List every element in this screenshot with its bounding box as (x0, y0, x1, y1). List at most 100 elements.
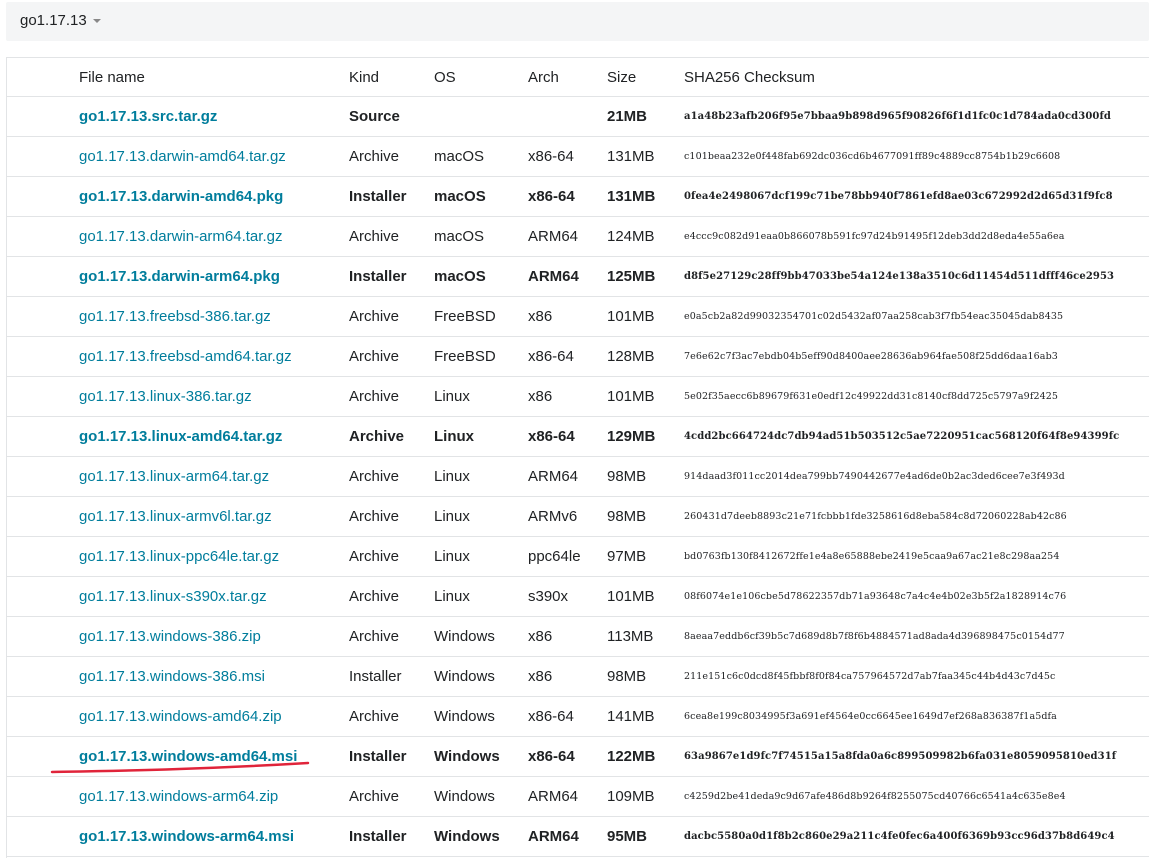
kind-cell: Archive (349, 496, 434, 537)
row-spacer (7, 336, 79, 377)
arch-cell: x86-64 (528, 336, 607, 377)
size-cell: 131MB (607, 176, 684, 217)
os-cell: Windows (434, 736, 528, 777)
table-row: go1.17.13.src.tar.gz Source 21MB a1a48b23af… (7, 96, 1149, 137)
os-cell: macOS (434, 216, 528, 257)
file-name-cell: go1.17.13.linux-ppc64le.tar.gz (79, 536, 349, 577)
size-cell: 113MB (607, 616, 684, 657)
os-cell: Linux (434, 376, 528, 417)
file-download-link[interactable]: go1.17.13.darwin-arm64.tar.gz (79, 228, 282, 245)
file-download-link[interactable]: go1.17.13.src.tar.gz (79, 108, 217, 125)
kind-cell: Installer (349, 656, 434, 697)
file-download-link[interactable]: go1.17.13.linux-amd64.tar.gz (79, 428, 282, 445)
file-download-link[interactable]: go1.17.13.windows-amd64.msi (79, 748, 297, 765)
row-spacer (7, 456, 79, 497)
file-name-cell: go1.17.13.windows-amd64.zip (79, 696, 349, 737)
file-download-link[interactable]: go1.17.13.windows-arm64.zip (79, 788, 278, 805)
arch-cell: ARMv6 (528, 496, 607, 537)
table-row: go1.17.13.windows-386.msi Installer Window… (7, 656, 1149, 697)
downloads-table-container: File name Kind OS Arch Size SHA256 Check… (6, 57, 1149, 858)
file-download-link[interactable]: go1.17.13.linux-arm64.tar.gz (79, 468, 269, 485)
caret-down-icon[interactable] (92, 18, 101, 23)
size-cell: 128MB (607, 336, 684, 377)
os-cell (434, 96, 528, 137)
row-spacer (7, 176, 79, 217)
table-row: go1.17.13.windows-arm64.zip Archive Window… (7, 776, 1149, 817)
file-download-link[interactable]: go1.17.13.freebsd-amd64.tar.gz (79, 348, 292, 365)
file-name-cell: go1.17.13.src.tar.gz (79, 96, 349, 137)
file-name-cell: go1.17.13.windows-amd64.msi (79, 736, 349, 777)
os-cell: macOS (434, 256, 528, 297)
header-file-name: File name (79, 58, 349, 97)
file-download-link[interactable]: go1.17.13.windows-amd64.zip (79, 708, 282, 725)
table-row: go1.17.13.darwin-arm64.tar.gz Archive macO… (7, 216, 1149, 257)
arch-cell: ppc64le (528, 536, 607, 577)
file-name-cell: go1.17.13.linux-s390x.tar.gz (79, 576, 349, 617)
arch-cell: x86 (528, 656, 607, 697)
checksum-cell: 08f6074e1e106cbe5d78622357db71a93648c7a4… (684, 576, 1149, 617)
size-cell: 141MB (607, 696, 684, 737)
arch-cell: x86-64 (528, 696, 607, 737)
header-size: Size (607, 58, 684, 97)
file-download-link[interactable]: go1.17.13.linux-armv6l.tar.gz (79, 508, 272, 525)
file-name-cell: go1.17.13.linux-armv6l.tar.gz (79, 496, 349, 537)
kind-cell: Archive (349, 376, 434, 417)
row-spacer (7, 496, 79, 537)
kind-cell: Archive (349, 216, 434, 257)
checksum-cell: 63a9867e1d9fc7f74515a15a8fda0a6c89950998… (684, 736, 1149, 777)
file-download-link[interactable]: go1.17.13.freebsd-386.tar.gz (79, 308, 271, 325)
row-spacer (7, 816, 79, 857)
row-spacer (7, 216, 79, 257)
row-spacer (7, 136, 79, 177)
checksum-cell: 8aeaa7eddb6cf39b5c7d689d8b7f8f6b4884571a… (684, 616, 1149, 657)
kind-cell: Archive (349, 776, 434, 817)
size-cell: 97MB (607, 536, 684, 577)
size-cell: 101MB (607, 576, 684, 617)
file-download-link[interactable]: go1.17.13.windows-arm64.msi (79, 828, 294, 845)
arch-cell: ARM64 (528, 256, 607, 297)
os-cell: Windows (434, 816, 528, 857)
checksum-cell: dacbc5580a0d1f8b2c860e29a211c4fe0fec6a40… (684, 816, 1149, 857)
version-label[interactable]: go1.17.13 (20, 12, 87, 29)
kind-cell: Archive (349, 536, 434, 577)
file-name-cell: go1.17.13.windows-386.msi (79, 656, 349, 697)
file-download-link[interactable]: go1.17.13.linux-ppc64le.tar.gz (79, 548, 279, 565)
file-download-link[interactable]: go1.17.13.windows-386.msi (79, 668, 265, 685)
header-checksum: SHA256 Checksum (684, 58, 1149, 97)
version-toggle[interactable]: go1.17.13 (20, 12, 101, 29)
kind-cell: Installer (349, 176, 434, 217)
file-download-link[interactable]: go1.17.13.windows-386.zip (79, 628, 261, 645)
table-row: go1.17.13.darwin-amd64.tar.gz Archive macO… (7, 136, 1149, 177)
checksum-cell: a1a48b23afb206f95e7bbaa9b898d965f90826f6… (684, 96, 1149, 137)
table-row: go1.17.13.linux-amd64.tar.gz Archive Linux… (7, 416, 1149, 457)
file-name-cell: go1.17.13.freebsd-amd64.tar.gz (79, 336, 349, 377)
row-spacer (7, 696, 79, 737)
file-name-cell: go1.17.13.linux-386.tar.gz (79, 376, 349, 417)
checksum-cell: c101beaa232e0f448fab692dc036cd6b4677091f… (684, 136, 1149, 177)
file-download-link[interactable]: go1.17.13.linux-s390x.tar.gz (79, 588, 267, 605)
os-cell: Windows (434, 656, 528, 697)
file-download-link[interactable]: go1.17.13.darwin-amd64.pkg (79, 188, 283, 205)
row-spacer (7, 96, 79, 137)
os-cell: Linux (434, 536, 528, 577)
os-cell: macOS (434, 136, 528, 177)
os-cell: Windows (434, 616, 528, 657)
file-name-cell: go1.17.13.darwin-arm64.pkg (79, 256, 349, 297)
kind-cell: Archive (349, 696, 434, 737)
row-spacer (7, 256, 79, 297)
arch-cell: x86 (528, 376, 607, 417)
table-row: go1.17.13.linux-ppc64le.tar.gz Archive Lin… (7, 536, 1149, 577)
kind-cell: Archive (349, 336, 434, 377)
size-cell: 95MB (607, 816, 684, 857)
version-bar: go1.17.13 (6, 2, 1149, 41)
kind-cell: Installer (349, 816, 434, 857)
checksum-cell: c4259d2be41deda9c9d67afe486d8b9264f82550… (684, 776, 1149, 817)
size-cell: 98MB (607, 456, 684, 497)
file-download-link[interactable]: go1.17.13.linux-386.tar.gz (79, 388, 252, 405)
os-cell: Windows (434, 776, 528, 817)
file-download-link[interactable]: go1.17.13.darwin-arm64.pkg (79, 268, 280, 285)
arch-cell: ARM64 (528, 816, 607, 857)
table-row: go1.17.13.linux-arm64.tar.gz Archive Linux… (7, 456, 1149, 497)
table-row: go1.17.13.freebsd-386.tar.gz Archive FreeB… (7, 296, 1149, 337)
file-download-link[interactable]: go1.17.13.darwin-amd64.tar.gz (79, 148, 286, 165)
